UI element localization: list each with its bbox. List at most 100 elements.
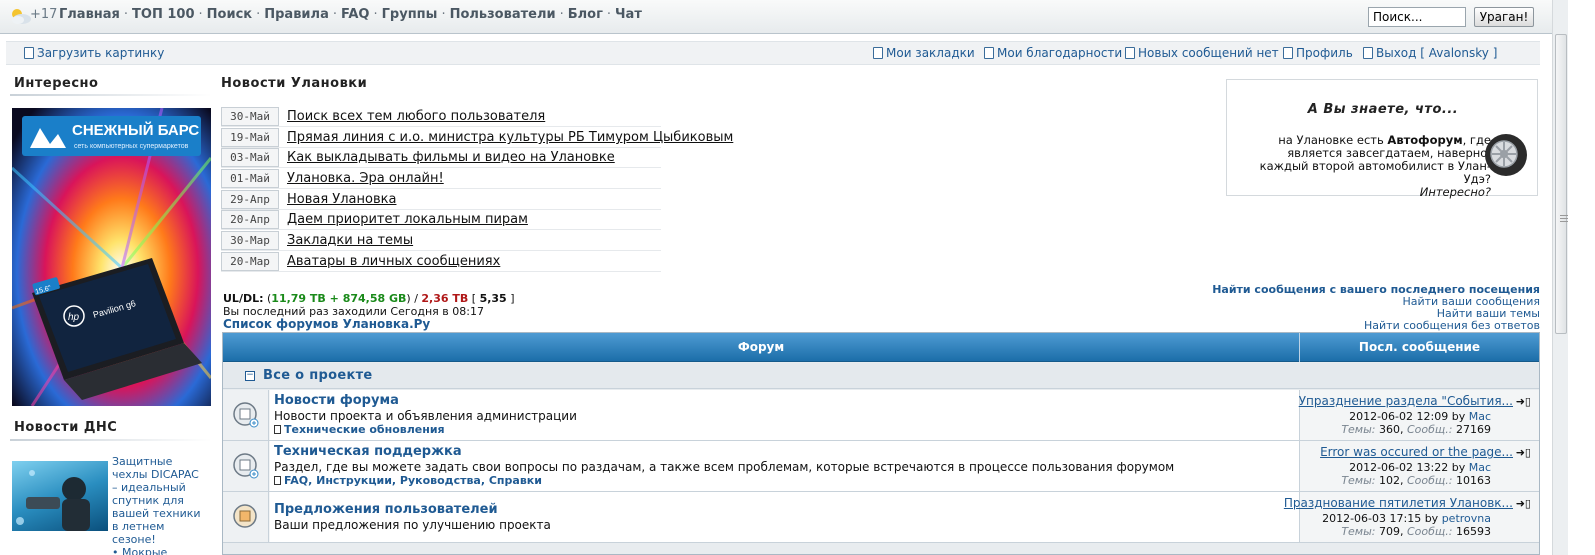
news-item[interactable]: 30-Май Поиск всех тем любого пользователя <box>221 107 661 127</box>
vertical-scrollbar[interactable] <box>1552 0 1568 555</box>
last-post-meta: 2012-06-03 17:15 by petrovna <box>1322 512 1491 525</box>
divider <box>10 94 212 96</box>
news-item[interactable]: 19-Май Прямая линия с и.о. министра культ… <box>221 128 733 148</box>
banner-tagline: сеть компьютерных супермаркетов <box>74 143 189 150</box>
last-post-user-link[interactable]: Mac <box>1469 461 1491 474</box>
search-input[interactable] <box>1368 7 1466 27</box>
did-you-know-text: на Улановке есть Автофорум, где является… <box>1235 134 1491 199</box>
news-link[interactable]: Новая Улановка <box>287 192 396 207</box>
by-label: by <box>1424 512 1439 525</box>
dns-news-text[interactable]: Защитные чехлы DICAPAC – идеальный спутн… <box>112 455 207 555</box>
logout-link[interactable]: Выход [ Avalonsky ] <box>1363 46 1497 60</box>
news-link[interactable]: Поиск всех тем любого пользователя <box>287 109 545 124</box>
news-item[interactable]: 20-Мар Аватары в личных сообщениях <box>221 252 661 272</box>
main-nav: Главная · ТОП 100 · Поиск · Правила · FAQ · Группы… <box>59 7 642 22</box>
news-link[interactable]: Как выкладывать фильмы и видео на Уланов… <box>287 150 615 165</box>
news-link[interactable]: Закладки на темы <box>287 233 413 248</box>
news-link[interactable]: Улановка. Эра онлайн! <box>287 171 444 186</box>
col-forum-header: Форум <box>223 333 1300 362</box>
profile-link[interactable]: Профиль <box>1283 46 1353 60</box>
news-date: 30-Мар <box>221 231 279 250</box>
ad-banner[interactable]: СНЕЖНЫЙ БАРС сеть компьютерных супермарк… <box>12 108 211 406</box>
logout-icon <box>1363 47 1373 59</box>
upload-image-link[interactable]: Загрузить картинку <box>24 46 164 60</box>
forum-read-icon <box>233 402 259 428</box>
subforum-list: FAQ, Инструкции, Руководства, Справки <box>274 474 542 487</box>
posts-label: Сообщ.: <box>1407 525 1453 538</box>
forum-name-link[interactable]: Новости форума <box>274 393 399 408</box>
last-post-cell: Празднование пятилетия Улановк... ➜▯ 201… <box>1284 492 1539 542</box>
news-date: 30-Май <box>221 107 279 126</box>
did-you-know-box: А Вы знаете, что... на Улановке есть Авт… <box>1226 79 1538 199</box>
thanks-link[interactable]: Мои благодарности <box>984 46 1122 60</box>
news-item[interactable]: 30-Мар Закладки на темы <box>221 231 661 251</box>
posts-count: 10163 <box>1456 474 1491 487</box>
profile-icon <box>1283 47 1293 59</box>
forum-new-icon <box>233 504 257 528</box>
topics-count: 102 <box>1379 474 1400 487</box>
news-link[interactable]: Прямая линия с и.о. министра культуры РБ… <box>287 130 733 145</box>
nav-home[interactable]: Главная <box>59 7 120 22</box>
forum-stats: Темы: 360, Сообщ.: 27169 <box>1341 423 1491 436</box>
last-post-title-link[interactable]: Упразднение раздела "События... <box>1299 394 1513 408</box>
nav-separator: · <box>606 7 612 22</box>
forum-name-link[interactable]: Предложения пользователей <box>274 502 498 517</box>
logout-label: Выход [ Avalonsky ] <box>1376 46 1498 60</box>
subforum-link[interactable]: Технические обновления <box>284 423 445 436</box>
scrollbar-thumb[interactable] <box>1555 34 1568 334</box>
dns-news-image[interactable] <box>12 461 108 531</box>
profile-label: Профиль <box>1296 46 1353 60</box>
nav-chat[interactable]: Чат <box>615 7 642 22</box>
dyk-closing: Интересно? <box>1419 185 1491 199</box>
news-item[interactable]: 29-Апр Новая Улановка <box>221 190 661 210</box>
category-name[interactable]: Все о проекте <box>263 368 373 383</box>
topics-label: Темы: <box>1341 423 1376 436</box>
ul-dl-stats: UL/DL: (11,79 TB + 874,58 GB) / 2,36 TB … <box>223 292 515 305</box>
nav-users[interactable]: Пользователи <box>450 7 556 22</box>
news-link[interactable]: Даем приоритет локальным пирам <box>287 212 528 227</box>
last-post-user-link[interactable]: petrovna <box>1442 512 1491 525</box>
goto-last-post-icon[interactable]: ➜▯ <box>1516 446 1531 459</box>
last-post-title-link[interactable]: Празднование пятилетия Улановк... <box>1284 496 1513 510</box>
last-post-user-link[interactable]: Mac <box>1469 410 1491 423</box>
stats-punct: ] <box>506 292 515 305</box>
nav-search[interactable]: Поиск <box>207 7 252 22</box>
search-unanswered-link[interactable]: Найти сообщения без ответов <box>1364 319 1540 332</box>
nav-separator: · <box>332 7 337 22</box>
nav-separator: · <box>256 7 261 22</box>
bookmarks-link[interactable]: Мои закладки <box>873 46 975 60</box>
nav-rules[interactable]: Правила <box>264 7 329 22</box>
forum-read-icon <box>233 453 259 479</box>
table-header: Форум Посл. сообщение <box>223 333 1539 362</box>
by-label: by <box>1451 410 1466 423</box>
interesting-title: Интересно <box>14 76 99 91</box>
news-link[interactable]: Аватары в личных сообщениях <box>287 254 500 269</box>
news-item[interactable]: 20-Апр Даем приоритет локальным пирам <box>221 210 661 230</box>
weather-icon <box>12 9 31 24</box>
news-date: 20-Апр <box>221 210 279 229</box>
search-button[interactable]: Ураган! <box>1474 7 1534 27</box>
collapse-toggle-icon[interactable]: − <box>245 371 255 381</box>
last-post-title-link[interactable]: Error was occured or the page... <box>1320 445 1513 459</box>
nav-blog[interactable]: Блог <box>568 7 603 22</box>
nav-groups[interactable]: Группы <box>382 7 438 22</box>
news-date: 20-Мар <box>221 252 279 271</box>
forum-name-link[interactable]: Техническая поддержка <box>274 444 462 459</box>
news-date: 19-Май <box>221 128 279 147</box>
news-item[interactable]: 01-Май Улановка. Эра онлайн! <box>221 169 661 189</box>
scrollbar-grip <box>1560 215 1568 216</box>
goto-last-post-icon[interactable]: ➜▯ <box>1516 497 1531 510</box>
goto-last-post-icon[interactable]: ➜▯ <box>1516 395 1531 408</box>
user-toolbar: Загрузить картинку Мои закладки Мои благ… <box>6 41 1540 65</box>
page: { "topbar": { "temperature": "+17", "nav… <box>0 0 1595 555</box>
autoforum-link[interactable]: Автофорум <box>1387 133 1462 147</box>
forum-list-link[interactable]: Список форумов Улановка.Ру <box>223 317 430 331</box>
news-date: 03-Май <box>221 148 279 167</box>
posts-count: 16593 <box>1456 525 1491 538</box>
news-item[interactable]: 03-Май Как выкладывать фильмы и видео на … <box>221 148 661 168</box>
nav-top100[interactable]: ТОП 100 <box>132 7 194 22</box>
subforum-link[interactable]: FAQ, Инструкции, Руководства, Справки <box>284 474 542 487</box>
new-posts-link[interactable]: Новых сообщений нет <box>1125 46 1279 60</box>
nav-faq[interactable]: FAQ <box>341 7 370 22</box>
col-last-post-header: Посл. сообщение <box>1358 340 1481 354</box>
